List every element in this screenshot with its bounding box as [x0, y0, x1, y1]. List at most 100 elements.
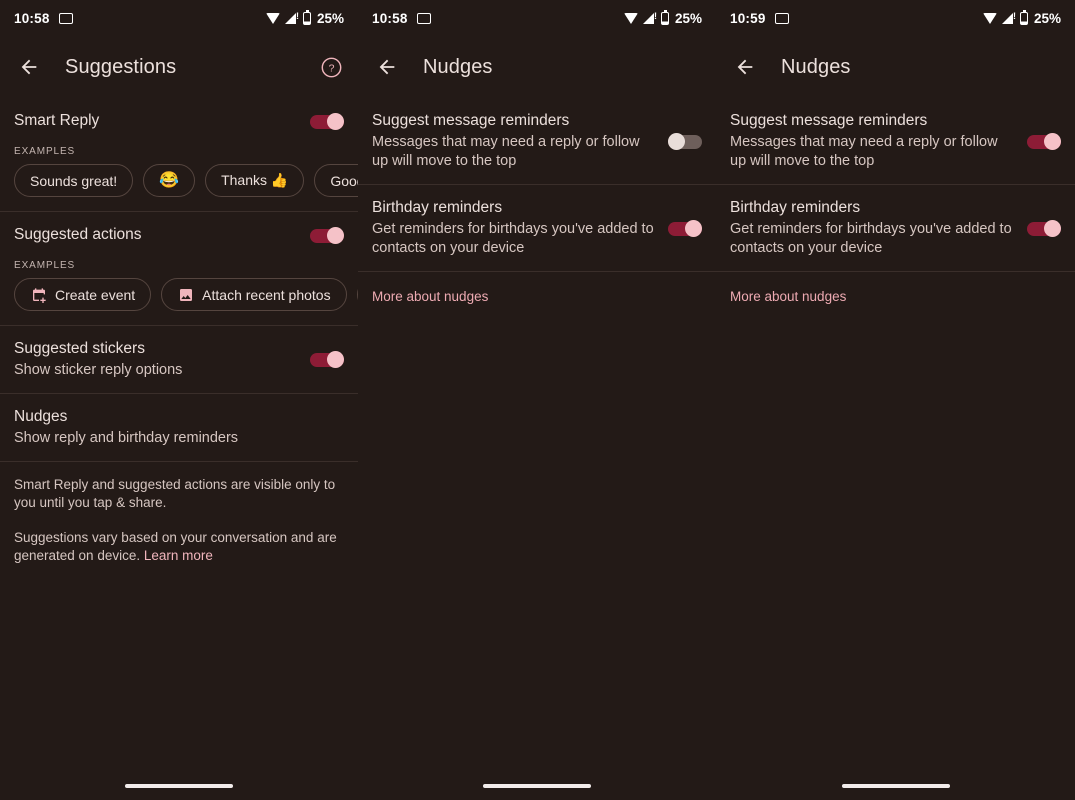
setting-row-suggest-message-reminders[interactable]: Suggest message reminders Messages that …: [716, 98, 1075, 184]
setting-title: Nudges: [14, 408, 68, 425]
cell-signal-icon: [284, 11, 299, 24]
setting-row-nudges[interactable]: Nudges Show reply and birthday reminders: [0, 393, 358, 461]
more-about-nudges-row[interactable]: More about nudges: [716, 271, 1075, 322]
setting-title: Suggest message reminders: [730, 112, 928, 129]
battery-icon: [1019, 9, 1028, 25]
more-about-nudges-link[interactable]: More about nudges: [372, 289, 488, 304]
toggle-knob: [327, 351, 344, 368]
setting-subtitle: Show reply and birthday reminders: [14, 430, 239, 446]
toggle-birthday-reminders[interactable]: [668, 219, 702, 237]
chip-laughing-emoji[interactable]: 😂: [143, 164, 196, 197]
toggle-birthday-reminders[interactable]: [1027, 219, 1061, 237]
wifi-icon: [623, 12, 638, 24]
toggle-suggested-actions[interactable]: [310, 226, 344, 244]
setting-title: Suggested actions: [14, 226, 142, 243]
panel-nudges-off: 10:58 25% Nudges Suggest message reminde…: [358, 0, 716, 800]
setting-subtitle: Messages that may need a reply or follow…: [730, 134, 998, 169]
status-bar: 10:59 25%: [716, 0, 1075, 36]
page-title: Nudges: [781, 55, 851, 78]
setting-title: Smart Reply: [14, 112, 100, 129]
setting-title: Suggested stickers: [14, 340, 145, 357]
setting-text: Nudges Show reply and birthday reminders: [14, 407, 344, 448]
examples-label-smart-reply: EXAMPLES: [14, 146, 76, 157]
setting-row-suggested-stickers[interactable]: Suggested stickers Show sticker reply op…: [0, 325, 358, 393]
setting-row-birthday-reminders[interactable]: Birthday reminders Get reminders for bir…: [716, 184, 1075, 271]
setting-row-birthday-reminders[interactable]: Birthday reminders Get reminders for bir…: [358, 184, 716, 271]
status-bar: 10:58 25%: [0, 0, 358, 36]
chip-row-suggested-actions[interactable]: Create event Attach recent photos Sta: [0, 278, 358, 325]
setting-title: Birthday reminders: [730, 199, 861, 216]
screenshot-triptych: 10:58 25% Suggestions ?: [0, 0, 1075, 800]
back-arrow-icon[interactable]: [730, 52, 760, 82]
status-time: 10:58: [14, 10, 50, 26]
home-indicator[interactable]: [841, 784, 950, 788]
chip-label: Thanks 👍: [221, 172, 289, 188]
setting-row-smart-reply[interactable]: Smart Reply: [0, 98, 358, 144]
cell-signal-icon: [1001, 11, 1016, 24]
status-bar: 10:58 25%: [358, 0, 716, 36]
status-bar-left: 10:58: [372, 11, 431, 26]
battery-percent-label: 25%: [674, 10, 702, 26]
setting-text: Suggested stickers Show sticker reply op…: [14, 339, 310, 380]
toggle-suggested-stickers[interactable]: [310, 351, 344, 368]
battery-icon: [302, 9, 311, 25]
page-title: Suggestions: [65, 55, 177, 78]
setting-text: Smart Reply: [14, 111, 310, 131]
setting-subtitle: Messages that may need a reply or follow…: [372, 134, 640, 169]
more-about-nudges-link[interactable]: More about nudges: [730, 289, 846, 304]
svg-text:?: ?: [328, 62, 334, 74]
examples-label-suggested-actions: EXAMPLES: [14, 260, 76, 271]
gesture-home-bar[interactable]: [716, 784, 1075, 788]
app-bar: Suggestions ?: [0, 36, 358, 98]
cell-signal-icon: [642, 11, 657, 24]
setting-subtitle: Get reminders for birthdays you've added…: [730, 221, 1012, 256]
status-bar-right: 25%: [623, 9, 702, 26]
setting-subtitle: Show sticker reply options: [14, 362, 183, 378]
home-indicator[interactable]: [125, 784, 233, 788]
chip-label: 😂: [159, 171, 180, 189]
toggle-knob: [327, 226, 344, 244]
chip-row-smart-reply[interactable]: Sounds great! 😂 Thanks 👍 Good morning: [0, 164, 358, 211]
status-bar-right: 25%: [982, 9, 1061, 26]
learn-more-link[interactable]: Learn more: [144, 548, 213, 563]
app-bar: Nudges: [716, 36, 1075, 98]
setting-text: Suggest message reminders Messages that …: [372, 111, 668, 171]
status-time: 10:58: [372, 10, 408, 26]
chip-label: Attach recent photos: [202, 286, 331, 303]
toggle-knob: [327, 112, 344, 130]
setting-row-suggested-actions[interactable]: Suggested actions: [0, 211, 358, 258]
cast-icon: [58, 12, 73, 24]
status-bar-left: 10:59: [730, 11, 789, 26]
cast-icon: [416, 12, 431, 24]
more-about-nudges-row[interactable]: More about nudges: [358, 271, 716, 322]
status-time: 10:59: [730, 10, 766, 26]
setting-subtitle: Get reminders for birthdays you've added…: [372, 221, 654, 256]
back-arrow-icon[interactable]: [14, 52, 44, 82]
gesture-home-bar[interactable]: [0, 784, 358, 788]
toggle-knob: [685, 219, 702, 237]
setting-text: Birthday reminders Get reminders for bir…: [730, 198, 1027, 258]
footer-notes: Smart Reply and suggested actions are vi…: [0, 461, 358, 565]
app-bar: Nudges: [358, 36, 716, 98]
chip-create-event[interactable]: Create event: [14, 278, 152, 311]
gesture-home-bar[interactable]: [358, 784, 716, 788]
toggle-knob: [668, 132, 685, 150]
toggle-suggest-message-reminders[interactable]: [668, 132, 702, 150]
setting-row-suggest-message-reminders[interactable]: Suggest message reminders Messages that …: [358, 98, 716, 184]
calendar-add-icon: [30, 286, 47, 303]
chip-thanks[interactable]: Thanks 👍: [205, 164, 305, 197]
setting-text: Birthday reminders Get reminders for bir…: [372, 198, 668, 258]
toggle-smart-reply[interactable]: [310, 112, 344, 130]
wifi-icon: [982, 12, 997, 24]
chip-attach-recent-photos[interactable]: Attach recent photos: [161, 278, 347, 311]
home-indicator[interactable]: [483, 784, 591, 788]
setting-text: Suggest message reminders Messages that …: [730, 111, 1027, 171]
back-arrow-icon[interactable]: [372, 52, 402, 82]
help-circle-icon[interactable]: ?: [318, 54, 344, 80]
battery-percent-label: 25%: [316, 10, 344, 26]
footer-note-generated: Suggestions vary based on your conversat…: [14, 529, 344, 565]
toggle-suggest-message-reminders[interactable]: [1027, 132, 1061, 150]
chip-good-morning[interactable]: Good morning: [314, 164, 358, 197]
panel-nudges-on: 10:59 25% Nudges Suggest message reminde…: [716, 0, 1075, 800]
chip-sounds-great[interactable]: Sounds great!: [14, 164, 134, 197]
